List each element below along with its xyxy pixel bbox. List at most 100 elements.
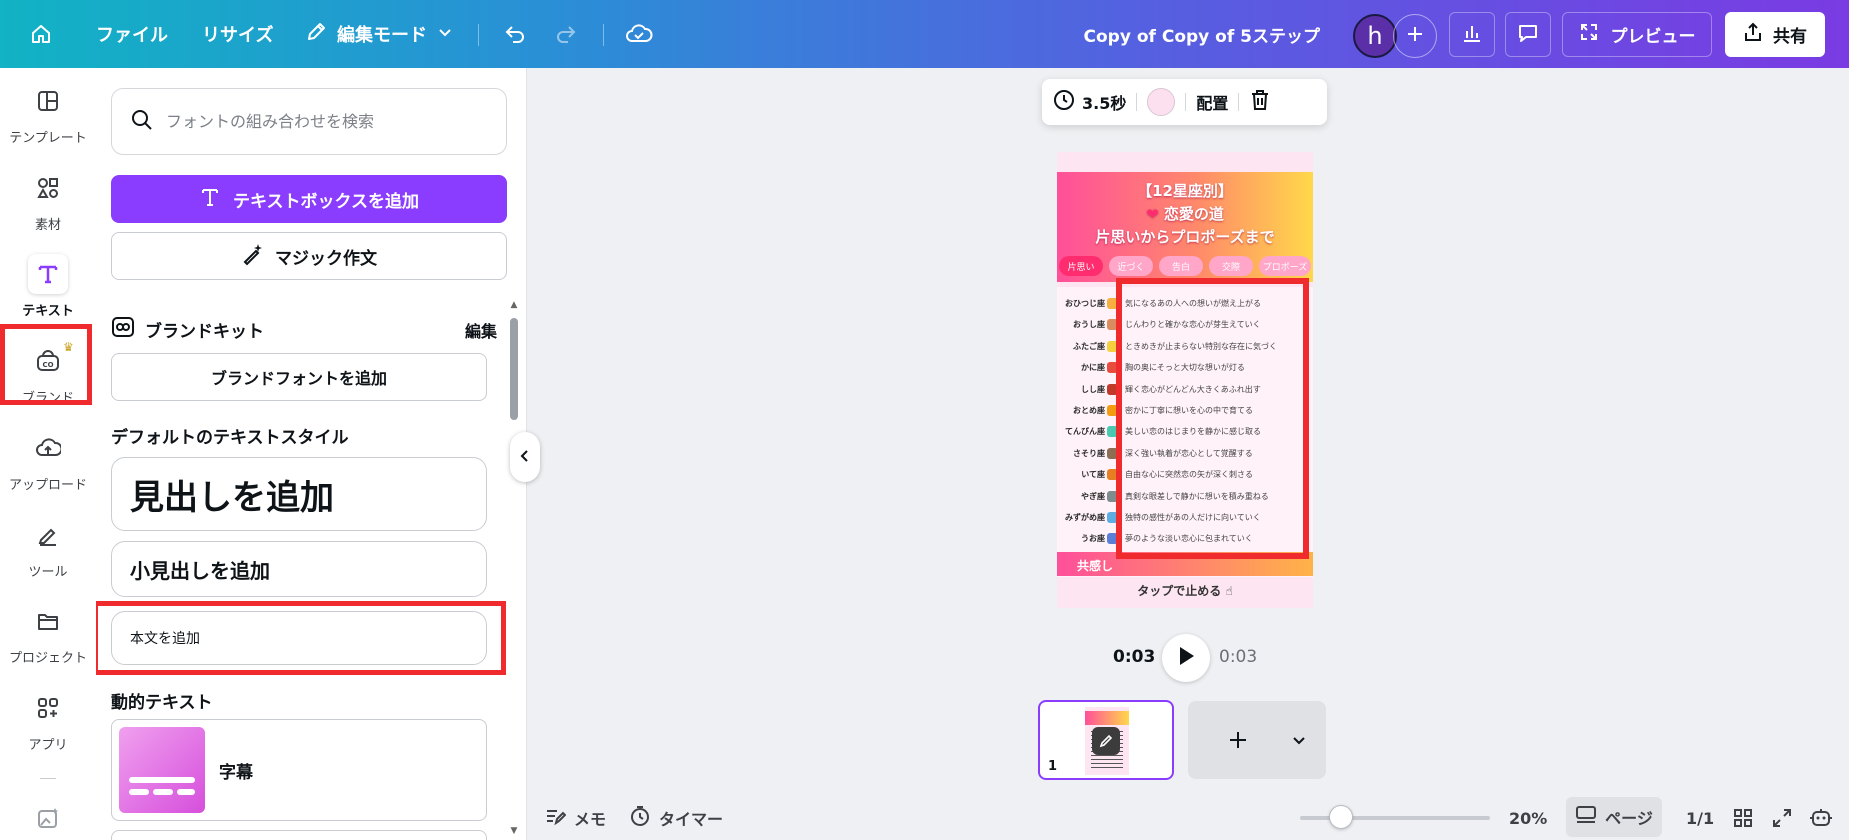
magic-media-icon[interactable] (36, 806, 60, 834)
pencil-icon[interactable] (1092, 727, 1120, 755)
rail-item-project[interactable]: プロジェクト (0, 593, 96, 673)
rail-item-brand[interactable]: CO ブランド (0, 333, 96, 413)
cloud-saved-icon[interactable] (625, 0, 653, 68)
upload-icon (28, 428, 68, 468)
dynamic-text-heading: 動的テキスト (111, 693, 213, 713)
zodiac-sign-text: ときめきが止まらない特別な存在に気づく (1125, 341, 1277, 351)
zodiac-sign-icon (1107, 426, 1118, 438)
timer-button[interactable]: タイマー (629, 796, 723, 840)
avatar[interactable]: h (1353, 14, 1397, 58)
file-menu[interactable]: ファイル (96, 0, 168, 68)
chevron-down-icon[interactable] (1284, 701, 1314, 779)
heart-icon: ❤ (1146, 205, 1164, 223)
assistant-icon[interactable] (1809, 796, 1833, 840)
zodiac-sign-text: じんわりと確かな恋心が芽生えていく (1125, 320, 1261, 330)
share-button[interactable]: 共有 (1725, 12, 1825, 57)
add-subheading-button[interactable]: 小見出しを追加 (111, 541, 487, 597)
zodiac-sign-name: やぎ座 (1081, 491, 1105, 501)
rail-item-elements[interactable]: 素材 (0, 160, 96, 240)
play-button[interactable] (1162, 634, 1210, 682)
preview-button[interactable]: プレビュー (1562, 12, 1712, 57)
zodiac-sign-text: 密かに丁寧に想いを心の中で育てる (1125, 406, 1253, 415)
zodiac-row: しし座 輝く恋心がどんどん大きくあふれ出す (1057, 379, 1313, 399)
document-title[interactable]: Copy of Copy of 5ステップ (1080, 0, 1320, 68)
timer-icon (629, 805, 651, 831)
trash-icon (1249, 89, 1271, 115)
rail-label: アップロード (8, 477, 87, 493)
add-collaborator-button[interactable] (1393, 14, 1437, 58)
rail-item-apps[interactable]: アプリ (0, 680, 96, 760)
panel-scrollbar[interactable] (510, 318, 518, 420)
undo-icon[interactable] (503, 0, 527, 68)
duration-control[interactable]: 3.5秒 (1042, 79, 1136, 125)
redo-icon[interactable] (554, 0, 578, 68)
insights-button[interactable] (1449, 12, 1495, 57)
rail-item-text[interactable]: テキスト (0, 246, 96, 326)
notes-button[interactable]: メモ (544, 796, 606, 840)
add-brand-font-button[interactable]: ブランドフォントを追加 (111, 353, 487, 401)
comment-button[interactable] (1505, 12, 1551, 57)
zodiac-sign-text: 夢のような淡い恋心に包まれていく (1125, 534, 1253, 544)
edit-mode-menu[interactable]: 編集モード (305, 0, 453, 68)
clock-icon (1052, 88, 1076, 116)
resize-menu[interactable]: リサイズ (202, 0, 273, 68)
zodiac-sign-name: みずがめ座 (1065, 513, 1105, 522)
grid-view-icon[interactable] (1732, 796, 1754, 840)
elements-icon (28, 168, 68, 208)
add-textbox-button[interactable]: テキストボックスを追加 (111, 175, 507, 223)
rail-label: テンプレート (9, 130, 87, 146)
zodiac-sign-icon (1107, 319, 1118, 331)
toolbar-divider (603, 24, 604, 46)
zodiac-sign-text: 深く強い執着が恋心として覚醒する (1125, 448, 1253, 458)
step-row: 片思い 近づく 告白 交際 プロポーズ (1059, 256, 1311, 276)
brandkit-edit-link[interactable]: 編集 (465, 318, 497, 342)
zodiac-row: おひつじ座 気になるあの人への想いが燃え上がる (1057, 293, 1313, 313)
next-dynamic-card[interactable] (111, 830, 487, 840)
plus-icon[interactable] (1208, 701, 1268, 779)
collapse-panel-button[interactable] (510, 432, 540, 482)
zoom-percent[interactable]: 20% (1509, 796, 1547, 840)
rail-item-template[interactable]: テンプレート (0, 73, 96, 153)
page-view-icon (1575, 805, 1597, 829)
top-bar: ファイル リサイズ 編集モード Copy of Copy of 5ステップ h (0, 0, 1849, 68)
rail-divider (40, 778, 56, 779)
rail-label: ツール (28, 564, 68, 580)
search-icon (130, 108, 154, 136)
background-color-button[interactable] (1137, 79, 1185, 125)
add-page-button[interactable] (1188, 701, 1326, 779)
page-view-button[interactable]: ページ (1566, 797, 1662, 837)
page-number: 1 (1048, 759, 1058, 774)
caption-card[interactable]: 字幕 (111, 719, 487, 821)
left-rail: テンプレート 素材 テキスト ♛ CO ブランド アップロード ツール プロジェ… (0, 68, 96, 840)
rail-item-upload[interactable]: アップロード (0, 420, 96, 500)
tap-label: タップで止める (1137, 584, 1222, 598)
rail-label: アプリ (28, 737, 68, 753)
step-chip: 近づく (1109, 256, 1153, 276)
page-thumbnail[interactable]: 1 (1038, 700, 1174, 780)
floating-toolbar: 3.5秒 配置 (1042, 79, 1327, 125)
zodiac-sign-icon (1107, 383, 1118, 395)
zodiac-sign-text: 自由な心に突然恋の矢が深く刺さる (1125, 470, 1253, 480)
fullscreen-icon[interactable] (1771, 796, 1793, 840)
zodiac-row: ふたご座 ときめきが止まらない特別な存在に気づく (1057, 336, 1313, 356)
font-search-box[interactable] (111, 88, 507, 155)
home-icon[interactable] (30, 0, 52, 68)
add-heading-button[interactable]: 見出しを追加 (111, 457, 487, 531)
scroll-up-arrow[interactable]: ▲ (509, 300, 519, 310)
magic-write-button[interactable]: マジック作文 (111, 232, 507, 280)
step-chip: 告白 (1159, 256, 1203, 276)
rail-item-tools[interactable]: ツール (0, 507, 96, 587)
scroll-down-arrow[interactable]: ▼ (509, 826, 519, 836)
zoom-slider-handle[interactable] (1329, 805, 1353, 829)
page-count[interactable]: 1/1 (1686, 796, 1714, 840)
add-body-text-button[interactable]: 本文を追加 (111, 611, 487, 665)
current-time: 0:03 (1113, 647, 1156, 667)
font-search-input[interactable] (166, 112, 486, 131)
design-page[interactable]: 【12星座別】 ❤ 恋愛の道 片思いからプロポーズまで 片思い 近づく 告白 交… (1057, 152, 1313, 608)
arrange-button[interactable]: 配置 (1186, 79, 1238, 125)
zodiac-row: うお座 夢のような淡い恋心に包まれていく (1057, 528, 1313, 548)
delete-button[interactable] (1239, 79, 1281, 125)
edit-mode-label: 編集モード (337, 25, 427, 46)
zodiac-sign-name: かに座 (1081, 363, 1105, 373)
zodiac-sign-text: 輝く恋心がどんどん大きくあふれ出す (1125, 384, 1261, 394)
